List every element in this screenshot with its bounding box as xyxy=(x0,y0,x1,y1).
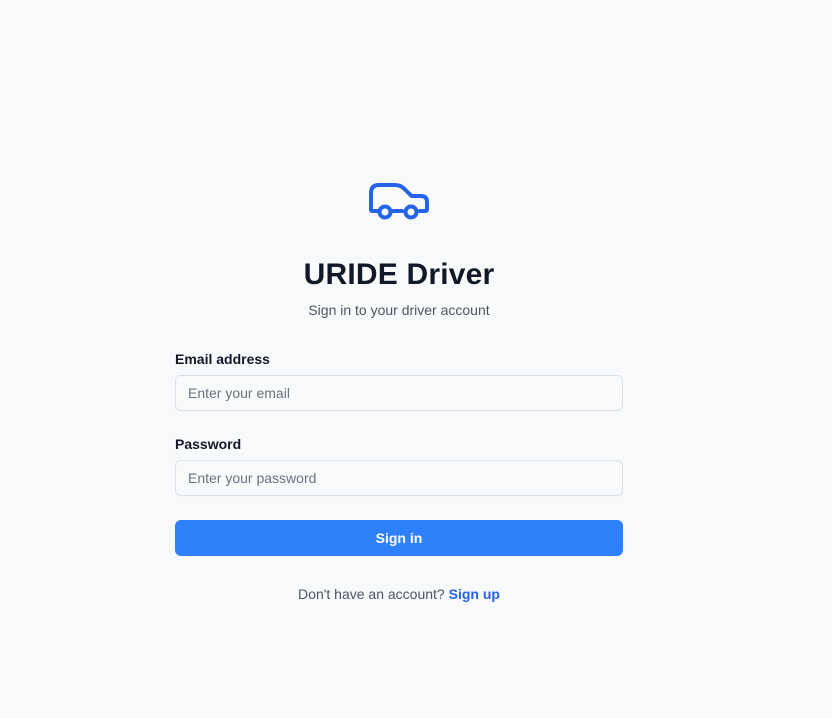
sign-up-link[interactable]: Sign up xyxy=(449,586,500,602)
password-block: Password xyxy=(175,435,623,496)
page-subtitle: Sign in to your driver account xyxy=(308,302,490,318)
email-block: Email address xyxy=(175,350,623,411)
car-icon xyxy=(368,180,430,222)
sign-in-button[interactable]: Sign in xyxy=(175,520,623,556)
signup-prompt: Don't have an account? Sign up xyxy=(0,585,798,603)
password-field[interactable] xyxy=(175,460,623,496)
password-label: Password xyxy=(175,436,242,452)
login-page: URIDE Driver Sign in to your driver acco… xyxy=(0,0,832,718)
sign-in-form: Email address Password Sign in xyxy=(175,350,623,556)
email-field[interactable] xyxy=(175,375,623,411)
page-title: URIDE Driver xyxy=(303,258,495,291)
signup-prompt-text: Don't have an account? xyxy=(298,586,445,602)
email-label: Email address xyxy=(175,351,270,367)
